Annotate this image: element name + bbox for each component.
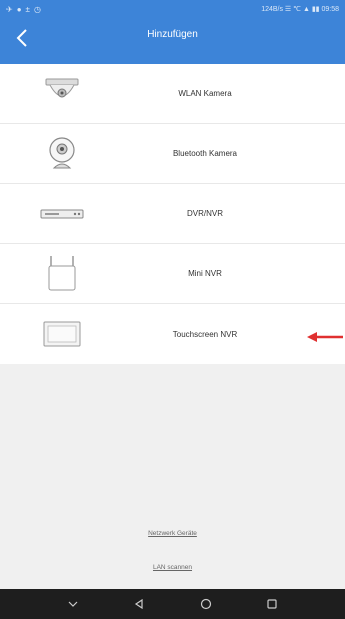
status-right-text: 124B/s ☰ ℃ ▲ ▮▮ 09:58 bbox=[261, 6, 339, 13]
upload-icon: ± bbox=[25, 4, 30, 14]
device-type-list: WLAN Kamera Bluetooth Kamera DVR/NVR Min… bbox=[0, 64, 345, 364]
nav-back-button[interactable] bbox=[119, 589, 159, 619]
list-item-dvr-nvr[interactable]: DVR/NVR bbox=[0, 184, 345, 244]
nav-recents-button[interactable] bbox=[252, 589, 292, 619]
list-item-label: Touchscreen NVR bbox=[172, 329, 238, 339]
list-item-mini-nvr[interactable]: Mini NVR bbox=[0, 244, 345, 304]
page-title: Hinzufügen bbox=[147, 29, 198, 40]
network-devices-link[interactable]: Netzwerk Geräte bbox=[148, 530, 197, 537]
list-item-label: Bluetooth Kamera bbox=[172, 149, 238, 158]
list-item-bluetooth-camera[interactable]: Bluetooth Kamera bbox=[0, 124, 345, 184]
status-icons: ✈ ● ± ◷ bbox=[6, 5, 41, 14]
chevron-left-icon bbox=[16, 29, 27, 47]
mini-nvr-icon bbox=[32, 252, 92, 296]
nav-home-button[interactable] bbox=[186, 589, 226, 619]
back-button[interactable] bbox=[0, 18, 44, 58]
status-bar: ✈ ● ± ◷ 124B/s ☰ ℃ ▲ ▮▮ 09:58 bbox=[0, 0, 345, 18]
red-arrow-icon bbox=[307, 332, 343, 342]
system-nav-bar bbox=[0, 589, 345, 619]
list-item-label: DVR/NVR bbox=[186, 209, 223, 218]
square-recents-icon bbox=[267, 599, 277, 609]
circle-home-icon bbox=[200, 598, 211, 610]
network-devices-link-row: Netzwerk Geräte bbox=[0, 522, 345, 540]
clock-icon: ◷ bbox=[33, 4, 41, 14]
triangle-back-icon bbox=[135, 599, 143, 609]
chevron-down-icon bbox=[68, 601, 78, 607]
list-item-wlan-camera[interactable]: WLAN Kamera bbox=[0, 64, 345, 124]
dome-camera-icon bbox=[32, 72, 92, 116]
list-item-label: WLAN Kamera bbox=[178, 89, 232, 98]
hide-keyboard-button[interactable] bbox=[53, 589, 93, 619]
app-bar: Hinzufügen bbox=[0, 18, 345, 64]
dvr-box-icon bbox=[32, 192, 92, 236]
bluetooth-camera-icon bbox=[32, 132, 92, 176]
touchscreen-nvr-icon bbox=[32, 312, 92, 356]
list-item-label: Mini NVR bbox=[188, 269, 222, 278]
lan-scan-link-row: LAN scannen bbox=[0, 556, 345, 574]
list-item-touchscreen-nvr[interactable]: Touchscreen NVR bbox=[0, 304, 345, 364]
lan-scan-link[interactable]: LAN scannen bbox=[153, 564, 192, 571]
dot-icon: ● bbox=[16, 4, 22, 14]
notification-icon: ✈ bbox=[6, 4, 13, 14]
